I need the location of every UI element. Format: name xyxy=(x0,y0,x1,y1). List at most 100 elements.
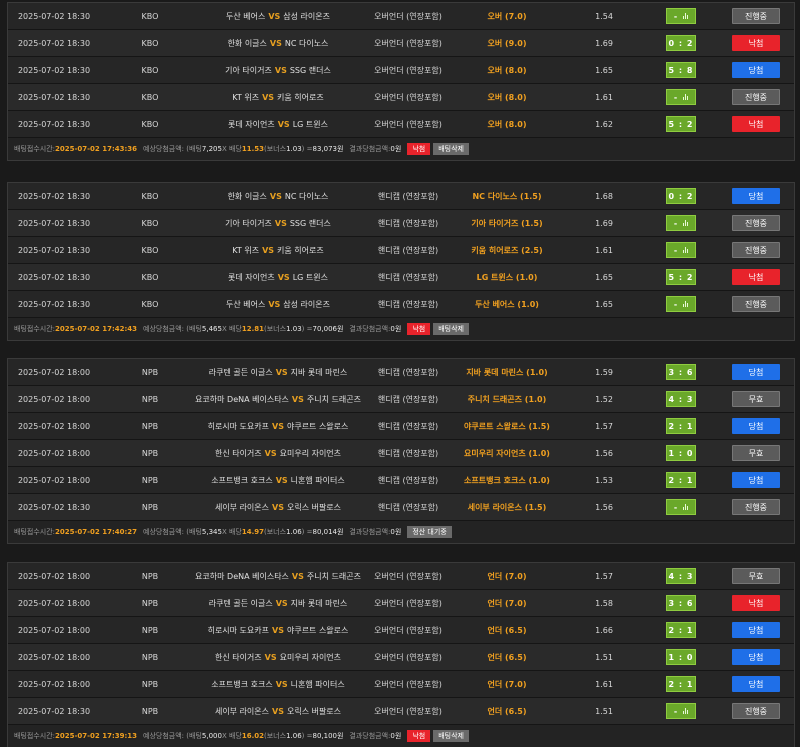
bet-pick: 언더 (6.5) xyxy=(487,625,527,635)
league-name: NPB xyxy=(141,598,159,608)
bet-type: 핸디캡 (연장포함) xyxy=(377,448,439,458)
score-button[interactable]: 5 : 8 xyxy=(666,62,696,78)
footer-button[interactable]: 배팅삭제 xyxy=(433,730,469,742)
status-cell: 당첨 xyxy=(720,413,792,439)
expected-payout: 80,014원 xyxy=(312,528,344,536)
score-cell: - xyxy=(648,210,714,236)
match-date: 2025-07-02 18:30 xyxy=(17,92,91,102)
match-teams-text: 라쿠텐 골든 이글스 VS 지바 롯데 마린스 xyxy=(209,599,348,608)
bar-chart-icon xyxy=(683,301,689,307)
receipt-time-label: 배팅접수시간: xyxy=(14,528,55,536)
home-team: 두산 베어스 xyxy=(226,11,266,21)
bet-row: 2025-07-02 18:30 KBO 기아 타이거즈 VS SSG 랜더스 핸디캡 (… xyxy=(8,210,794,237)
score-button[interactable]: 0 : 2 xyxy=(666,35,696,51)
score-cell: - xyxy=(648,494,714,520)
score-button[interactable]: 0 : 2 xyxy=(666,188,696,204)
receipt-time: 2025-07-02 17:43:36 xyxy=(55,145,138,153)
score-button[interactable]: 5 : 2 xyxy=(666,269,696,285)
home-team: 소프트뱅크 호크스 xyxy=(211,475,273,485)
footer-button[interactable]: 배팅삭제 xyxy=(433,323,469,335)
result-payout: 0원 xyxy=(390,732,402,740)
bet-type: 오버언더 (연장포함) xyxy=(374,92,442,102)
bar-chart-icon xyxy=(683,13,689,19)
stake-amount: 5,000 xyxy=(201,732,222,740)
match-teams: 한화 이글스 VS NC 다이노스 xyxy=(194,183,362,209)
bet-row: 2025-07-02 18:30 KBO 두산 베어스 VS 삼성 라이온즈 핸디캡 (연… xyxy=(8,291,794,318)
score-button[interactable]: 4 : 3 xyxy=(666,391,696,407)
status-badge: 무효 xyxy=(732,568,780,584)
score-button[interactable]: - xyxy=(666,242,696,258)
footer-button[interactable]: 낙첨 xyxy=(407,143,431,155)
score-button[interactable]: - xyxy=(666,499,696,515)
bonus-close: ) = xyxy=(301,325,313,333)
status-badge: 당첨 xyxy=(732,622,780,638)
status-cell: 무효 xyxy=(720,563,792,589)
match-teams-text: 요코하마 DeNA 베이스타스 VS 주니치 드래곤즈 xyxy=(195,572,361,581)
bet-type: 오버언더 (연장포함) xyxy=(374,625,442,635)
odds-label: X 배당 xyxy=(221,325,242,333)
match-date: 2025-07-02 18:00 xyxy=(17,475,91,485)
league-name: NPB xyxy=(141,652,159,662)
score-text: - xyxy=(673,92,679,102)
match-teams-text: 세이부 라이온스 VS 오릭스 버팔로스 xyxy=(215,503,341,512)
total-odds: 12.81 xyxy=(241,325,264,333)
league-name: NPB xyxy=(141,679,159,689)
status-badge: 당첨 xyxy=(732,188,780,204)
match-teams: 라쿠텐 골든 이글스 VS 지바 롯데 마린스 xyxy=(194,359,362,385)
score-text: 2 : 1 xyxy=(668,625,694,635)
bet-odds: 1.61 xyxy=(595,245,613,255)
score-button[interactable]: - xyxy=(666,89,696,105)
score-button[interactable]: 3 : 6 xyxy=(666,364,696,380)
score-button[interactable]: 2 : 1 xyxy=(666,676,696,692)
match-teams: 한신 타이거즈 VS 요미우리 자이언츠 xyxy=(194,440,362,466)
bet-row: 2025-07-02 18:00 NPB 소프트뱅크 호크스 VS 니혼햄 파이터스 핸디… xyxy=(8,467,794,494)
away-team: 니혼햄 파이터스 xyxy=(290,475,345,485)
vs-label: VS xyxy=(274,65,287,75)
league-name: NPB xyxy=(141,706,159,716)
footer-button[interactable]: 낙첨 xyxy=(407,323,431,335)
score-button[interactable]: - xyxy=(666,215,696,231)
score-button[interactable]: 1 : 0 xyxy=(666,445,696,461)
score-button[interactable]: 5 : 2 xyxy=(666,116,696,132)
score-button[interactable]: 4 : 3 xyxy=(666,568,696,584)
match-date: 2025-07-02 18:30 xyxy=(17,245,91,255)
bet-slip: 2025-07-02 18:00 NPB 요코하마 DeNA 베이스타스 VS 주니치 … xyxy=(7,562,795,747)
bet-odds: 1.69 xyxy=(595,218,613,228)
score-button[interactable]: - xyxy=(666,8,696,24)
home-team: 세이부 라이온스 xyxy=(214,706,270,716)
score-text: 1 : 0 xyxy=(668,652,694,662)
score-text: 5 : 2 xyxy=(668,119,694,129)
league-name: NPB xyxy=(141,502,159,512)
score-button[interactable]: 1 : 0 xyxy=(666,649,696,665)
score-button[interactable]: 2 : 1 xyxy=(666,472,696,488)
vs-label: VS xyxy=(272,625,284,635)
footer-button[interactable]: 낙첨 xyxy=(407,730,431,742)
match-teams-text: 두산 베어스 VS 삼성 라이온즈 xyxy=(226,12,330,21)
score-button[interactable]: - xyxy=(666,296,696,312)
match-date: 2025-07-02 18:30 xyxy=(17,272,91,282)
score-button[interactable]: - xyxy=(666,703,696,719)
bet-row: 2025-07-02 18:00 NPB 히로시마 도요카프 VS 야쿠르트 스왈로스 핸… xyxy=(8,413,794,440)
status-cell: 낙첨 xyxy=(720,590,792,616)
result-payout: 0원 xyxy=(390,145,402,153)
score-button[interactable]: 2 : 1 xyxy=(666,622,696,638)
footer-button[interactable]: 정산 대기중 xyxy=(407,526,452,538)
bet-pick: 지바 롯데 마린스 (1.0) xyxy=(466,367,548,377)
score-button[interactable]: 2 : 1 xyxy=(666,418,696,434)
bet-odds: 1.52 xyxy=(595,394,613,404)
match-teams: KT 위즈 VS 키움 히어로즈 xyxy=(194,84,362,110)
expected-payout: 80,100원 xyxy=(312,732,344,740)
status-badge: 당첨 xyxy=(732,62,780,78)
score-cell: 5 : 2 xyxy=(648,111,714,137)
footer-button[interactable]: 배팅삭제 xyxy=(433,143,469,155)
bonus-label: (보너스 xyxy=(264,325,287,333)
away-team: SSG 랜더스 xyxy=(289,65,331,75)
bonus-close: ) = xyxy=(301,145,313,153)
total-odds: 14.97 xyxy=(241,528,264,536)
receipt-time-label: 배팅접수시간: xyxy=(14,732,55,740)
bet-odds: 1.53 xyxy=(595,475,613,485)
bet-row: 2025-07-02 18:30 KBO KT 위즈 VS 키움 히어로즈 핸디캡 (연장… xyxy=(8,237,794,264)
bet-pick: 오버 (8.0) xyxy=(487,92,527,102)
score-cell: 0 : 2 xyxy=(648,30,714,56)
score-button[interactable]: 3 : 6 xyxy=(666,595,696,611)
